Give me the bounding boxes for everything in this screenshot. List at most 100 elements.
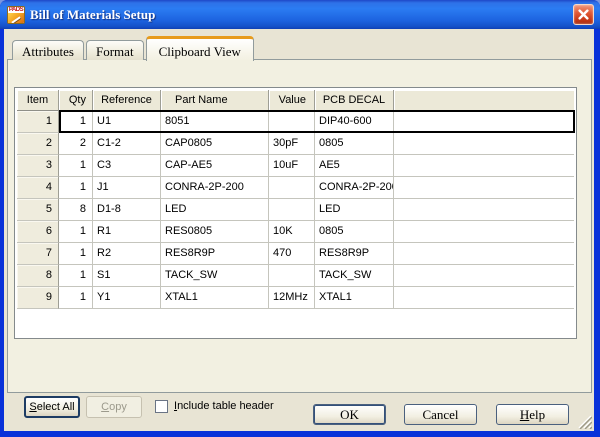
column-header-value[interactable]: Value bbox=[269, 90, 315, 111]
table-cell[interactable] bbox=[394, 221, 574, 243]
table-cell[interactable]: CONRA-2P-200 bbox=[161, 177, 269, 199]
table-cell[interactable]: TACK_SW bbox=[161, 265, 269, 287]
table-cell[interactable]: 1 bbox=[59, 287, 93, 309]
table-cell[interactable]: 1 bbox=[59, 265, 93, 287]
table-cell[interactable]: 4 bbox=[17, 177, 59, 199]
column-header-part-name[interactable]: Part Name bbox=[161, 90, 269, 111]
table-cell[interactable] bbox=[269, 111, 315, 133]
table-cell[interactable]: RES8R9P bbox=[161, 243, 269, 265]
table-cell[interactable]: XTAL1 bbox=[315, 287, 394, 309]
column-header-reference[interactable]: Reference bbox=[93, 90, 161, 111]
table-row[interactable]: 41J1CONRA-2P-200CONRA-2P-200 bbox=[17, 177, 574, 199]
tab-format[interactable]: Format bbox=[86, 40, 144, 60]
table-cell[interactable]: 2 bbox=[17, 133, 59, 155]
table-cell[interactable] bbox=[394, 133, 574, 155]
copy-button[interactable]: Copy bbox=[86, 396, 142, 418]
help-button[interactable]: Help bbox=[496, 404, 569, 425]
table-cell[interactable]: 0805 bbox=[315, 133, 394, 155]
close-button[interactable] bbox=[573, 4, 594, 25]
table-cell[interactable]: 2 bbox=[59, 133, 93, 155]
table-cell[interactable]: TACK_SW bbox=[315, 265, 394, 287]
table-cell[interactable]: RES0805 bbox=[161, 221, 269, 243]
table-cell[interactable]: 1 bbox=[59, 155, 93, 177]
include-table-header-label[interactable]: Include table header bbox=[174, 400, 274, 412]
table-cell[interactable]: AE5 bbox=[315, 155, 394, 177]
titlebar[interactable]: PADS Bill of Materials Setup bbox=[0, 0, 600, 29]
table-cell[interactable]: 1 bbox=[17, 111, 59, 133]
table-row[interactable]: 31C3CAP-AE510uFAE5 bbox=[17, 155, 574, 177]
table-cell[interactable]: D1-8 bbox=[93, 199, 161, 221]
table-row[interactable]: 71R2RES8R9P470RES8R9P bbox=[17, 243, 574, 265]
column-header-pcb-decal[interactable]: PCB DECAL bbox=[315, 90, 394, 111]
table-cell[interactable]: U1 bbox=[93, 111, 161, 133]
table-rows: 11U18051DIP40-60022C1-2CAP080530pF080531… bbox=[17, 111, 574, 309]
table-cell[interactable] bbox=[269, 265, 315, 287]
pencil-icon bbox=[11, 16, 20, 23]
table-cell[interactable]: 9 bbox=[17, 287, 59, 309]
table-cell[interactable]: RES8R9P bbox=[315, 243, 394, 265]
table-cell[interactable] bbox=[394, 265, 574, 287]
table-cell[interactable]: S1 bbox=[93, 265, 161, 287]
column-header-qty[interactable]: Qty bbox=[59, 90, 93, 111]
table-cell[interactable] bbox=[269, 199, 315, 221]
table-header-row: ItemQtyReferencePart NameValuePCB DECAL bbox=[17, 90, 574, 111]
column-header-item[interactable]: Item bbox=[17, 90, 59, 111]
table-row[interactable]: 11U18051DIP40-600 bbox=[17, 111, 574, 133]
table-cell[interactable]: 8 bbox=[17, 265, 59, 287]
table-row[interactable]: 61R1RES080510K0805 bbox=[17, 221, 574, 243]
table-cell[interactable]: 0805 bbox=[315, 221, 394, 243]
pads-logo-icon: PADS bbox=[7, 6, 25, 24]
tab-clipboard-view[interactable]: Clipboard View bbox=[146, 36, 254, 61]
table-row[interactable]: 91Y1XTAL112MHzXTAL1 bbox=[17, 287, 574, 309]
table-cell[interactable] bbox=[394, 287, 574, 309]
table-cell[interactable]: C1-2 bbox=[93, 133, 161, 155]
cancel-button[interactable]: Cancel bbox=[404, 404, 477, 425]
table-cell[interactable]: 1 bbox=[59, 111, 93, 133]
table-cell[interactable] bbox=[394, 155, 574, 177]
include-table-header-checkbox[interactable] bbox=[155, 400, 168, 413]
table-cell[interactable]: 5 bbox=[17, 199, 59, 221]
table-cell[interactable]: CAP0805 bbox=[161, 133, 269, 155]
table-cell[interactable]: 8051 bbox=[161, 111, 269, 133]
table-cell[interactable]: LED bbox=[161, 199, 269, 221]
table-cell[interactable] bbox=[394, 177, 574, 199]
clipboard-view-tabpage: ItemQtyReferencePart NameValuePCB DECAL … bbox=[7, 59, 592, 393]
table-cell[interactable]: 1 bbox=[59, 177, 93, 199]
tab-strip: AttributesFormatClipboard View bbox=[12, 35, 256, 60]
table-cell[interactable]: XTAL1 bbox=[161, 287, 269, 309]
table-cell[interactable]: R2 bbox=[93, 243, 161, 265]
resize-grip[interactable] bbox=[577, 414, 592, 429]
table-cell[interactable]: 12MHz bbox=[269, 287, 315, 309]
table-row[interactable]: 22C1-2CAP080530pF0805 bbox=[17, 133, 574, 155]
table-cell[interactable]: R1 bbox=[93, 221, 161, 243]
table-cell[interactable]: Y1 bbox=[93, 287, 161, 309]
ok-button[interactable]: OK bbox=[313, 404, 386, 425]
table-cell[interactable]: 7 bbox=[17, 243, 59, 265]
table-cell[interactable]: 1 bbox=[59, 221, 93, 243]
table-cell[interactable]: 10K bbox=[269, 221, 315, 243]
table-cell[interactable]: 8 bbox=[59, 199, 93, 221]
bom-table[interactable]: ItemQtyReferencePart NameValuePCB DECAL … bbox=[14, 87, 577, 339]
table-cell[interactable]: CONRA-2P-200 bbox=[315, 177, 394, 199]
table-cell[interactable]: LED bbox=[315, 199, 394, 221]
table-cell[interactable]: J1 bbox=[93, 177, 161, 199]
table-cell[interactable] bbox=[394, 199, 574, 221]
table-cell[interactable] bbox=[394, 243, 574, 265]
table-cell[interactable]: 6 bbox=[17, 221, 59, 243]
table-cell[interactable]: C3 bbox=[93, 155, 161, 177]
table-cell[interactable] bbox=[394, 111, 574, 133]
window-title: Bill of Materials Setup bbox=[30, 7, 155, 23]
column-header-filler[interactable] bbox=[394, 90, 574, 111]
table-cell[interactable]: DIP40-600 bbox=[315, 111, 394, 133]
table-cell[interactable]: 3 bbox=[17, 155, 59, 177]
table-cell[interactable]: 470 bbox=[269, 243, 315, 265]
table-cell[interactable]: 30pF bbox=[269, 133, 315, 155]
table-cell[interactable]: 10uF bbox=[269, 155, 315, 177]
table-row[interactable]: 81S1TACK_SWTACK_SW bbox=[17, 265, 574, 287]
table-cell[interactable]: 1 bbox=[59, 243, 93, 265]
tab-attributes[interactable]: Attributes bbox=[12, 40, 84, 60]
table-cell[interactable] bbox=[269, 177, 315, 199]
table-row[interactable]: 58D1-8LEDLED bbox=[17, 199, 574, 221]
table-cell[interactable]: CAP-AE5 bbox=[161, 155, 269, 177]
select-all-button[interactable]: Select All bbox=[24, 396, 80, 418]
